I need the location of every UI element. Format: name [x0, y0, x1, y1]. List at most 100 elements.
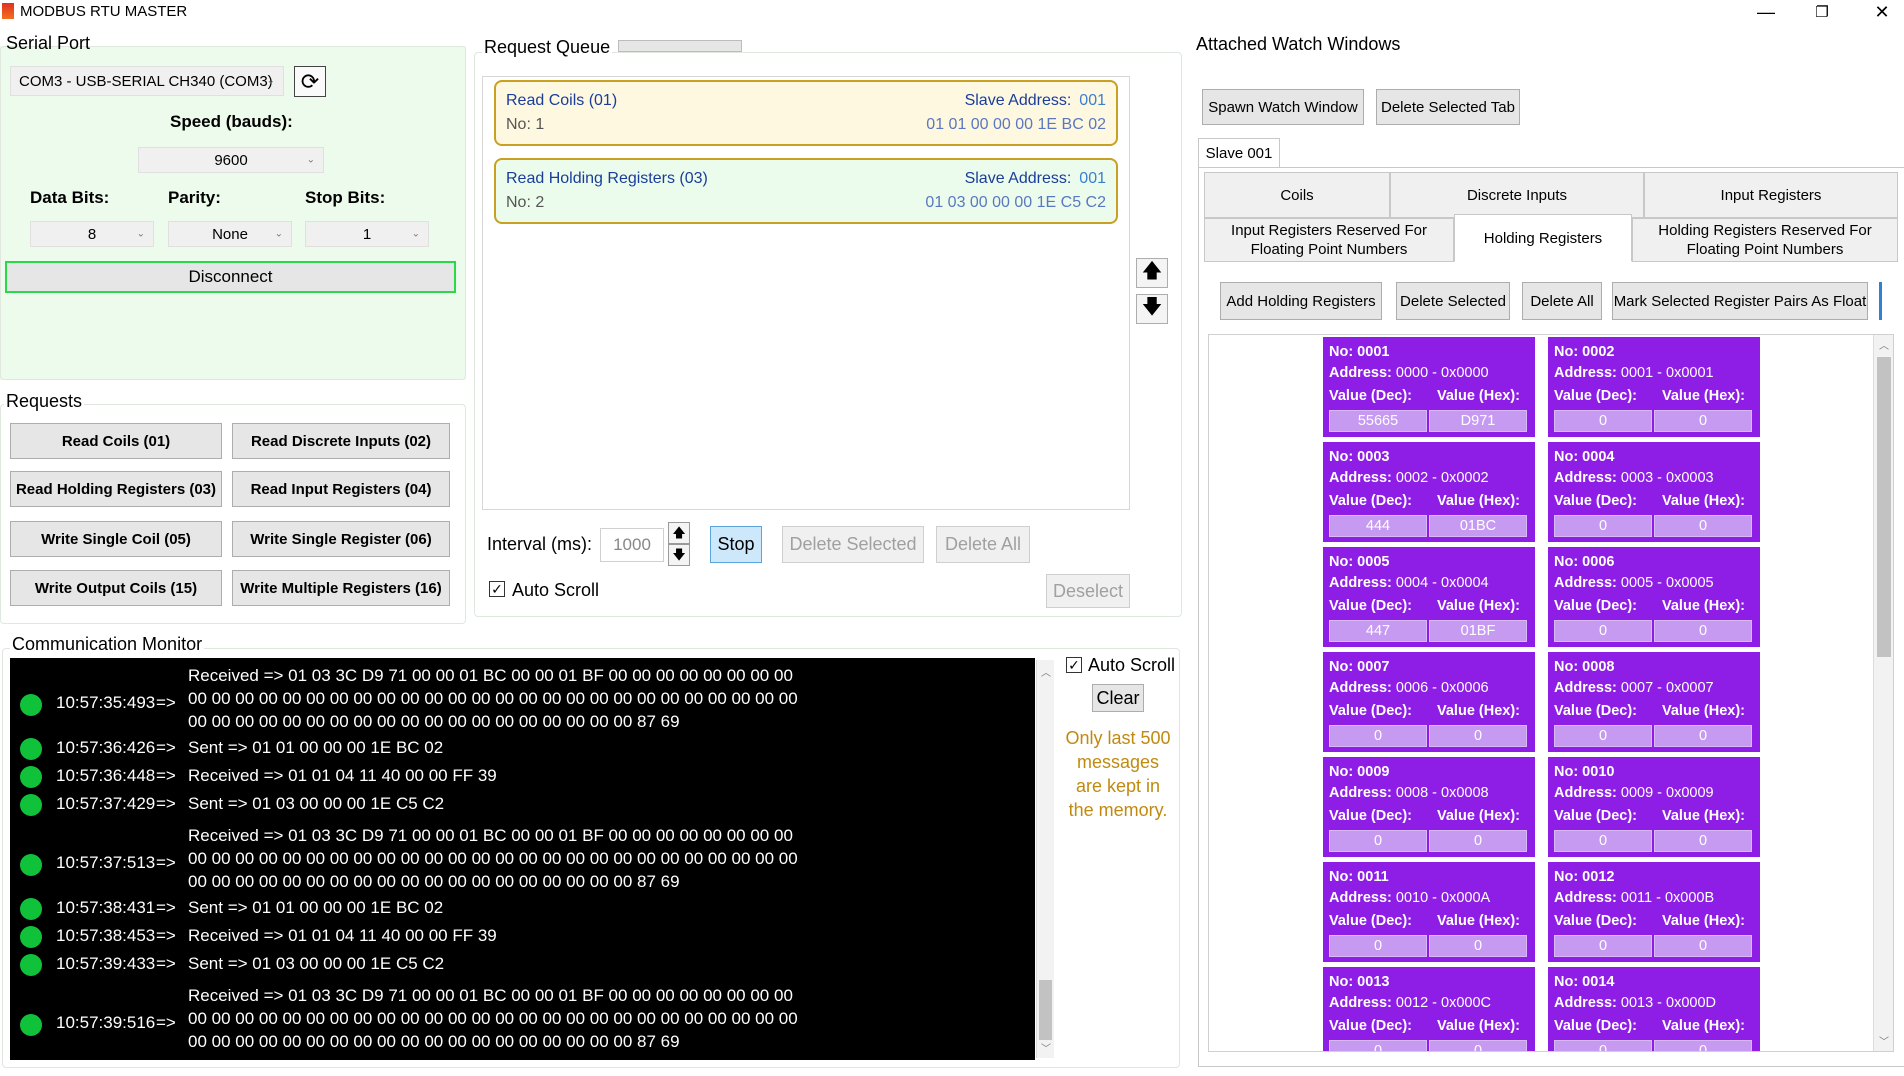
- register-address: Address: 0011 - 0x000B: [1554, 890, 1714, 906]
- register-card[interactable]: No: 0014 Address: 0013 - 0x000D Value (Dec…: [1548, 967, 1760, 1051]
- register-dec-value[interactable]: 0: [1329, 830, 1427, 852]
- delete-selected-tab-button[interactable]: Delete Selected Tab: [1376, 89, 1520, 125]
- speed-select[interactable]: 9600 ⌄: [138, 147, 324, 173]
- tab-slave-001[interactable]: Slave 001: [1198, 138, 1280, 168]
- add-holding-registers-button[interactable]: Add Holding Registers: [1220, 282, 1382, 320]
- register-dec-value[interactable]: 0: [1554, 515, 1652, 537]
- spawn-watch-window-button[interactable]: Spawn Watch Window: [1202, 89, 1364, 125]
- queue-item[interactable]: Read Holding Registers (03) No: 2 Slave …: [494, 158, 1118, 224]
- register-hex-value[interactable]: 0: [1429, 1040, 1527, 1051]
- register-card[interactable]: No: 0007 Address: 0006 - 0x0006 Value (Dec…: [1323, 652, 1535, 752]
- register-dec-value[interactable]: 0: [1554, 935, 1652, 957]
- register-card[interactable]: No: 0002 Address: 0001 - 0x0001 Value (Dec…: [1548, 337, 1760, 437]
- clear-button[interactable]: Clear: [1092, 684, 1144, 712]
- register-hex-value[interactable]: 0: [1654, 620, 1752, 642]
- interval-decrement-button[interactable]: 🡇: [668, 544, 690, 566]
- data-bits-select[interactable]: 8 ⌄: [30, 221, 154, 247]
- register-hex-value[interactable]: 01BC: [1429, 515, 1527, 537]
- mark-float-button[interactable]: Mark Selected Register Pairs As Float: [1612, 282, 1868, 320]
- delete-all-registers-button[interactable]: Delete All: [1522, 282, 1602, 320]
- register-hex-value[interactable]: 0: [1429, 830, 1527, 852]
- log-scrollbar-thumb[interactable]: [1039, 980, 1052, 1040]
- tab-input-registers[interactable]: Input Registers: [1644, 172, 1898, 218]
- register-dec-value[interactable]: 0: [1554, 830, 1652, 852]
- register-card[interactable]: No: 0011 Address: 0010 - 0x000A Value (Dec…: [1323, 862, 1535, 962]
- close-button[interactable]: ✕: [1856, 0, 1904, 24]
- registers-scrollbar[interactable]: ︿ ﹀: [1873, 335, 1893, 1051]
- read-holding-registers-button[interactable]: Read Holding Registers (03): [10, 471, 222, 507]
- chevron-down-icon[interactable]: ﹀: [1041, 1040, 1051, 1055]
- delete-selected-registers-button[interactable]: Delete Selected: [1396, 282, 1510, 320]
- chevron-down-icon[interactable]: ﹀: [1879, 1033, 1889, 1048]
- register-card[interactable]: No: 0006 Address: 0005 - 0x0005 Value (Dec…: [1548, 547, 1760, 647]
- register-dec-value[interactable]: 0: [1554, 620, 1652, 642]
- register-dec-value[interactable]: 0: [1329, 725, 1427, 747]
- move-up-button[interactable]: 🡅: [1136, 258, 1168, 288]
- register-hex-value[interactable]: 01BF: [1429, 620, 1527, 642]
- register-hex-value[interactable]: 0: [1654, 1040, 1752, 1051]
- register-card[interactable]: No: 0009 Address: 0008 - 0x0008 Value (Dec…: [1323, 757, 1535, 857]
- register-card[interactable]: No: 0004 Address: 0003 - 0x0003 Value (Dec…: [1548, 442, 1760, 542]
- register-card[interactable]: No: 0005 Address: 0004 - 0x0004 Value (Dec…: [1323, 547, 1535, 647]
- register-dec-value[interactable]: 447: [1329, 620, 1427, 642]
- refresh-ports-button[interactable]: ⟳: [294, 66, 326, 97]
- read-input-registers-button[interactable]: Read Input Registers (04): [232, 471, 450, 507]
- register-card[interactable]: No: 0008 Address: 0007 - 0x0007 Value (Dec…: [1548, 652, 1760, 752]
- register-hex-value[interactable]: 0: [1654, 410, 1752, 432]
- queue-item[interactable]: Read Coils (01) No: 1 Slave Address: 001 …: [494, 80, 1118, 146]
- interval-input[interactable]: 1000: [600, 528, 664, 562]
- register-hex-value[interactable]: 0: [1654, 515, 1752, 537]
- write-single-register-button[interactable]: Write Single Register (06): [232, 521, 450, 557]
- register-card[interactable]: No: 0013 Address: 0012 - 0x000C Value (Dec…: [1323, 967, 1535, 1051]
- register-hex-value[interactable]: 0: [1429, 725, 1527, 747]
- parity-select[interactable]: None ⌄: [168, 221, 292, 247]
- register-hex-value[interactable]: 0: [1654, 935, 1752, 957]
- delete-selected-queue-button[interactable]: Delete Selected: [782, 526, 924, 563]
- write-multiple-registers-button[interactable]: Write Multiple Registers (16): [232, 570, 450, 606]
- watch-windows-title: Attached Watch Windows: [1196, 34, 1401, 54]
- delete-all-queue-button[interactable]: Delete All: [936, 526, 1030, 563]
- tab-coils[interactable]: Coils: [1204, 172, 1390, 218]
- register-dec-value[interactable]: 0: [1329, 935, 1427, 957]
- communication-log[interactable]: 10:57:35:493 => Received => 01 03 3C D9 …: [10, 658, 1035, 1060]
- register-hex-value[interactable]: D971: [1429, 410, 1527, 432]
- register-card[interactable]: No: 0003 Address: 0002 - 0x0002 Value (Dec…: [1323, 442, 1535, 542]
- queue-auto-scroll-checkbox[interactable]: ✓: [489, 581, 505, 597]
- restore-button[interactable]: ❐: [1796, 0, 1848, 24]
- log-scrollbar[interactable]: ︿ ﹀: [1036, 660, 1054, 1058]
- stop-bits-select[interactable]: 1 ⌄: [305, 221, 429, 247]
- read-discrete-inputs-button[interactable]: Read Discrete Inputs (02): [232, 423, 450, 459]
- register-dec-value[interactable]: 0: [1329, 1040, 1427, 1051]
- tab-input-registers-float[interactable]: Input Registers Reserved For Floating Po…: [1204, 218, 1454, 262]
- deselect-button[interactable]: Deselect: [1046, 574, 1130, 608]
- register-hex-value[interactable]: 0: [1429, 935, 1527, 957]
- registers-list[interactable]: No: 0001 Address: 0000 - 0x0000 Value (Dec…: [1208, 334, 1894, 1052]
- write-output-coils-button[interactable]: Write Output Coils (15): [10, 570, 222, 606]
- register-card[interactable]: No: 0010 Address: 0009 - 0x0009 Value (Dec…: [1548, 757, 1760, 857]
- interval-increment-button[interactable]: 🡅: [668, 522, 690, 544]
- register-hex-value[interactable]: 0: [1654, 725, 1752, 747]
- monitor-auto-scroll-checkbox[interactable]: ✓: [1066, 657, 1082, 673]
- tab-discrete-inputs[interactable]: Discrete Inputs: [1390, 172, 1644, 218]
- register-dec-value[interactable]: 444: [1329, 515, 1427, 537]
- register-card[interactable]: No: 0001 Address: 0000 - 0x0000 Value (Dec…: [1323, 337, 1535, 437]
- tab-holding-registers[interactable]: Holding Registers: [1454, 214, 1632, 262]
- disconnect-button[interactable]: Disconnect: [5, 261, 456, 293]
- move-down-button[interactable]: 🡇: [1136, 294, 1168, 324]
- register-dec-value[interactable]: 55665: [1329, 410, 1427, 432]
- register-dec-value[interactable]: 0: [1554, 1040, 1652, 1051]
- read-coils-button[interactable]: Read Coils (01): [10, 423, 222, 459]
- registers-scrollbar-thumb[interactable]: [1877, 357, 1891, 657]
- register-card[interactable]: No: 0012 Address: 0011 - 0x000B Value (Dec…: [1548, 862, 1760, 962]
- com-port-select[interactable]: COM3 - USB-SERIAL CH340 (COM3) ⌄: [10, 66, 284, 96]
- chevron-up-icon[interactable]: ︿: [1879, 337, 1889, 352]
- chevron-up-icon[interactable]: ︿: [1041, 664, 1051, 679]
- stop-button[interactable]: Stop: [710, 526, 762, 563]
- register-dec-value[interactable]: 0: [1554, 725, 1652, 747]
- register-address-label: Address:: [1329, 995, 1392, 1011]
- write-single-coil-button[interactable]: Write Single Coil (05): [10, 521, 222, 557]
- register-hex-value[interactable]: 0: [1654, 830, 1752, 852]
- tab-holding-registers-float[interactable]: Holding Registers Reserved For Floating …: [1632, 218, 1898, 262]
- minimize-button[interactable]: —: [1740, 0, 1792, 24]
- register-dec-value[interactable]: 0: [1554, 410, 1652, 432]
